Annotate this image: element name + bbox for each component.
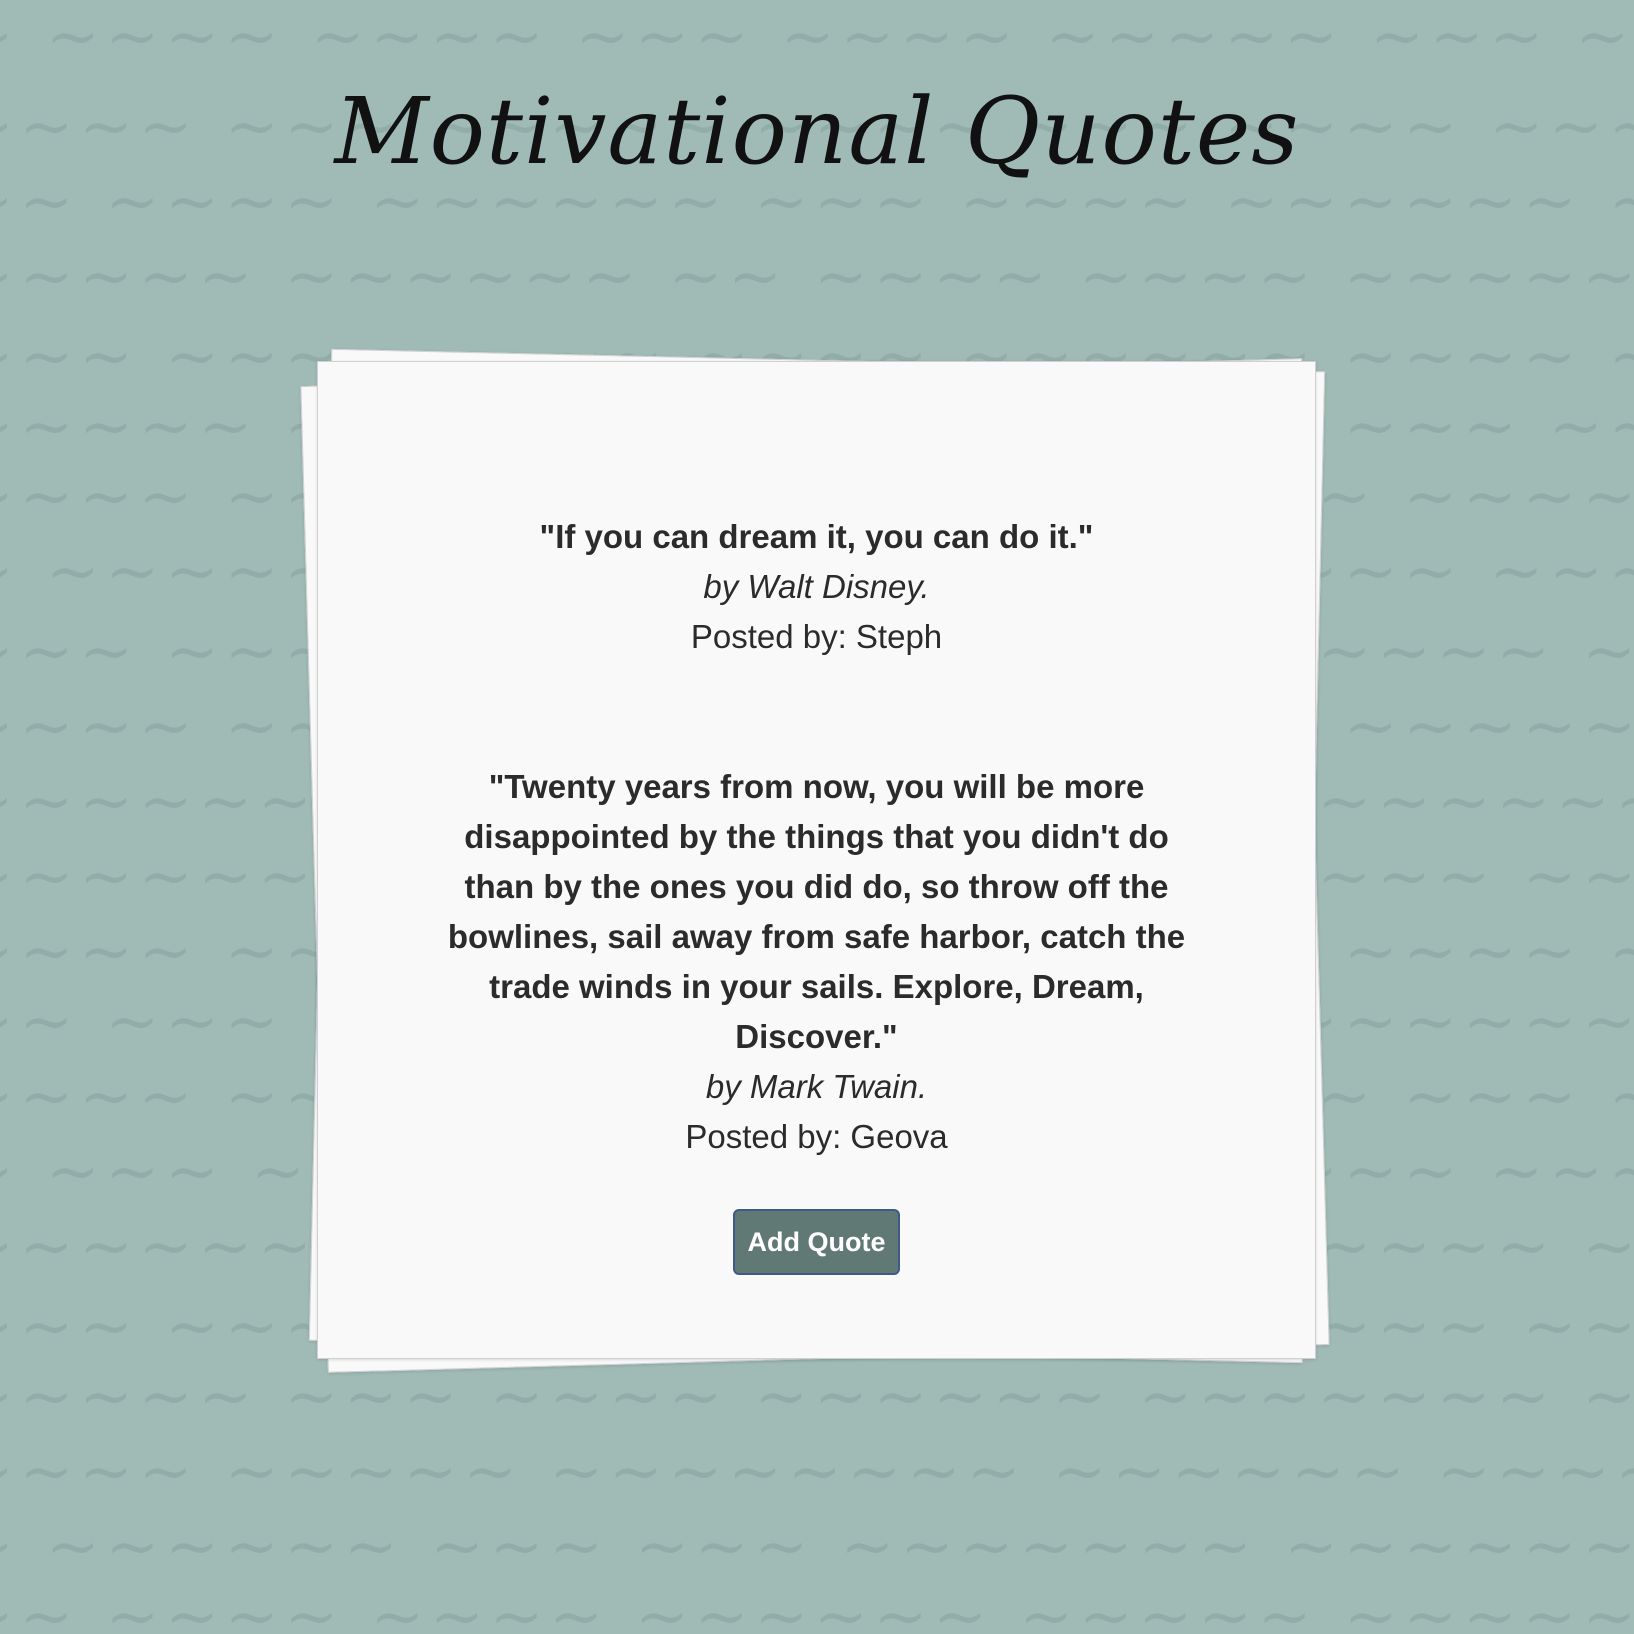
quote-author: by Mark Twain. [705,1068,928,1105]
add-quote-button[interactable]: Add Quote [733,1209,900,1275]
quote-author: by Walt Disney. [703,568,930,605]
quote-text: "If you can dream it, you can do it." [539,518,1094,555]
quote-text: "Twenty years from now, you will be more… [447,768,1186,1055]
quote-item: "If you can dream it, you can do it." by… [318,512,1315,662]
quote-card: "If you can dream it, you can do it." by… [317,361,1316,1359]
quote-poster: Posted by: Geova [685,1118,948,1155]
quote-item: "Twenty years from now, you will be more… [318,762,1315,1162]
quote-poster: Posted by: Steph [690,618,943,655]
page-title: Motivational Quotes [334,78,1300,185]
